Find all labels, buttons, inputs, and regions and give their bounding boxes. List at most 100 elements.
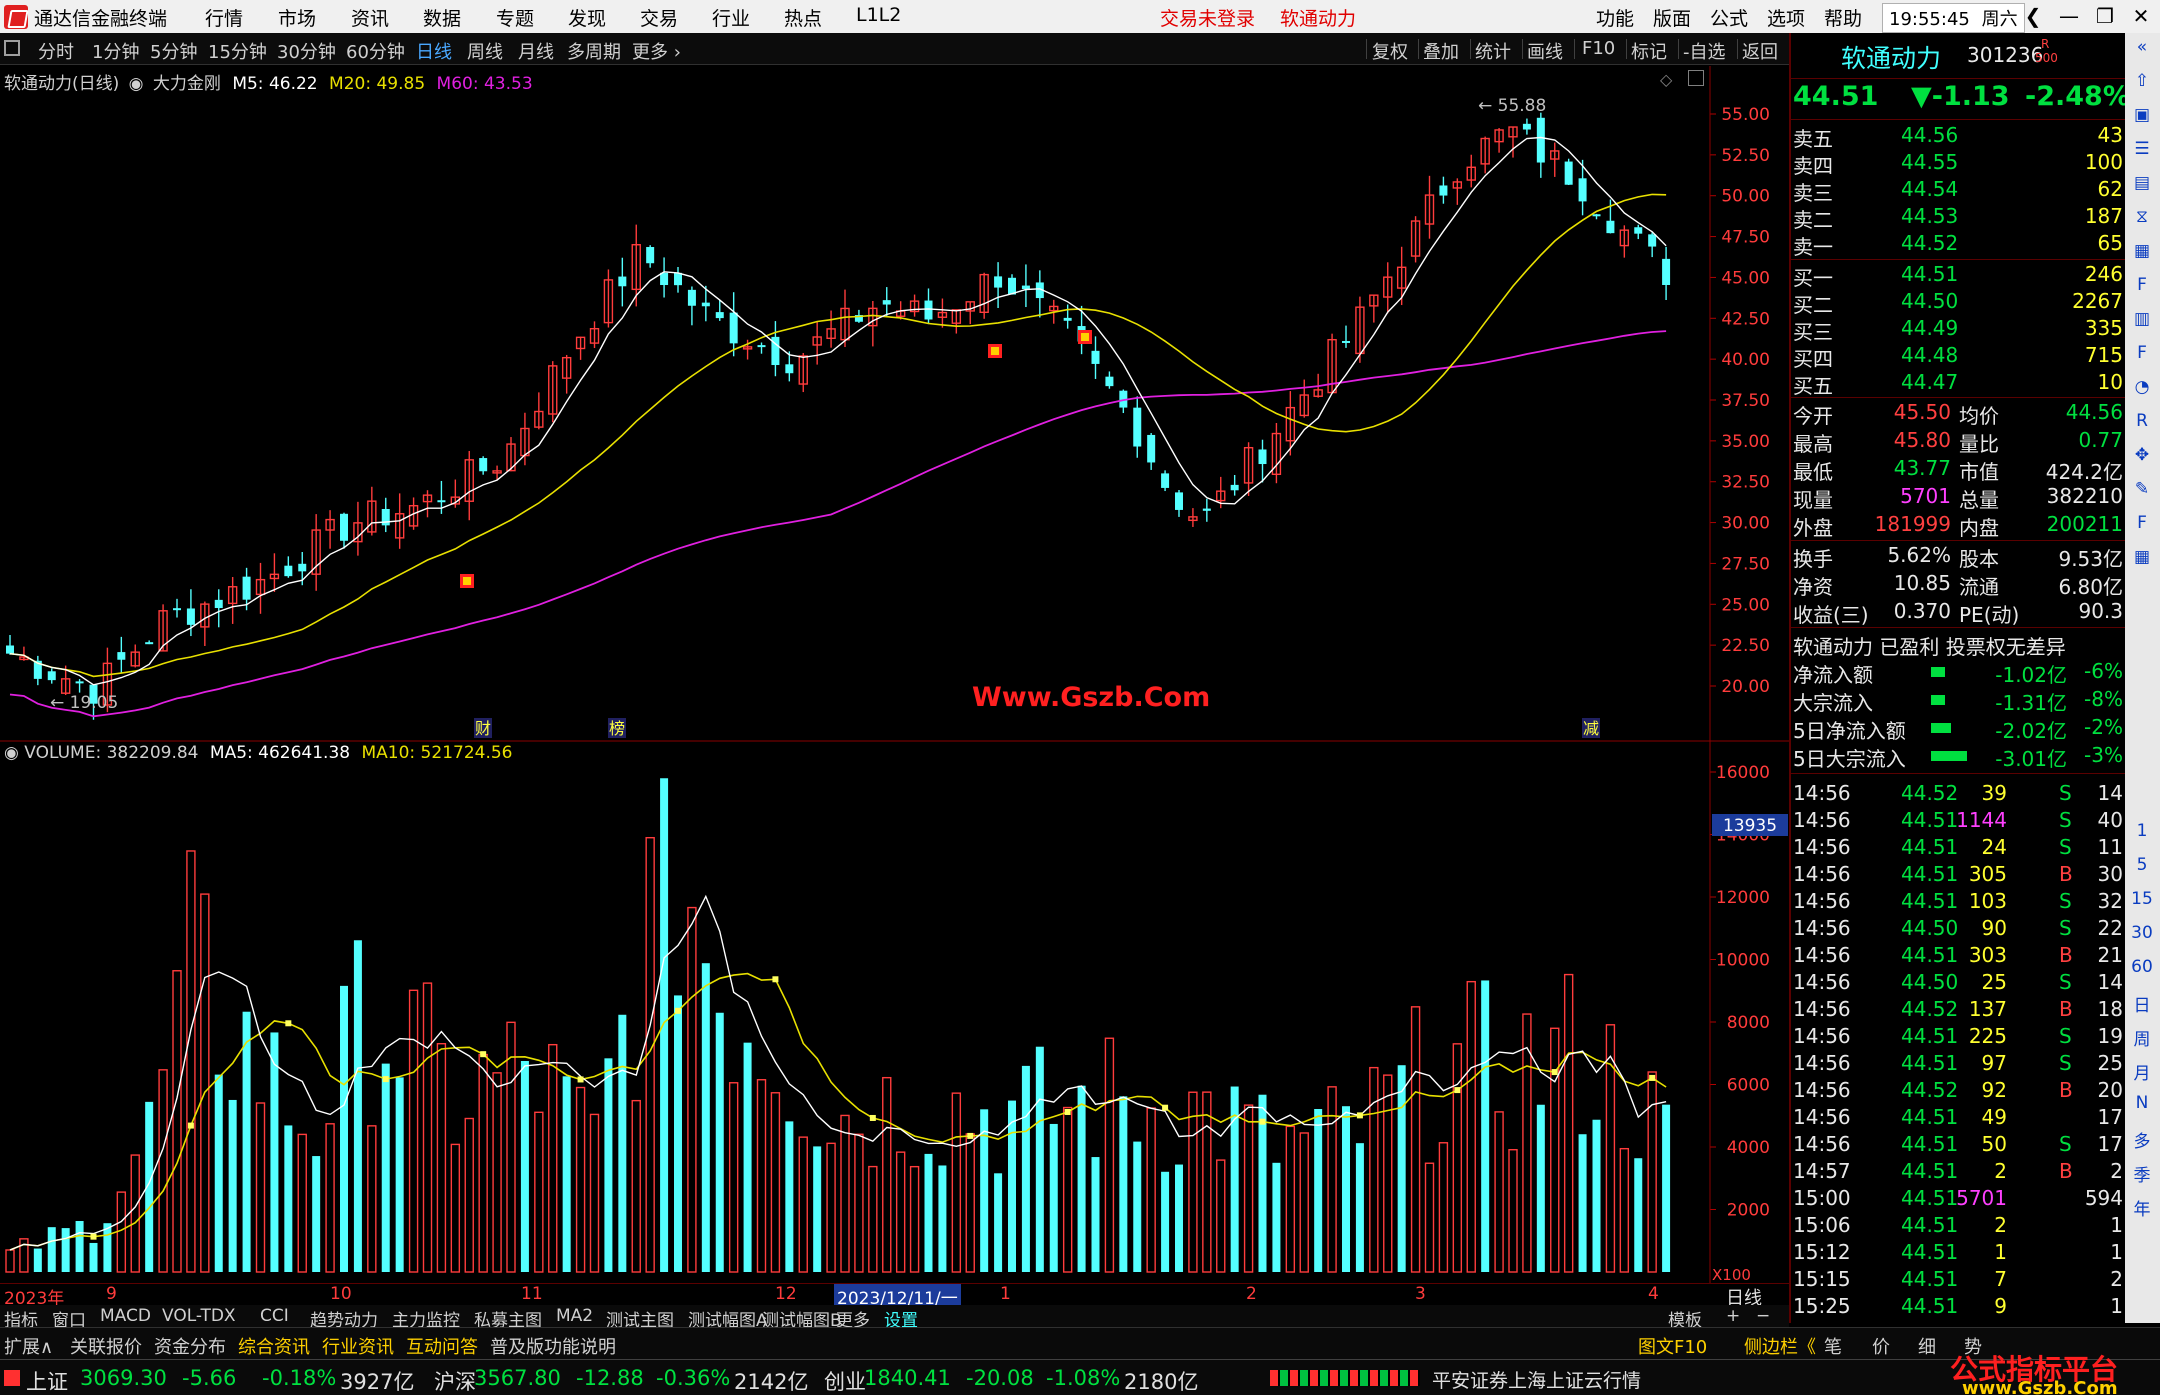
menu-gongshi[interactable]: 公式 <box>1710 4 1748 31</box>
tool-tongji[interactable]: 统计 <box>1475 38 1511 64</box>
pen-icon[interactable]: ✎ <box>2130 479 2154 499</box>
period-weekly[interactable]: 周线 <box>467 38 503 64</box>
rsi-icon[interactable]: R <box>2130 411 2154 431</box>
menu-faxian[interactable]: 发现 <box>568 4 606 31</box>
period-60min[interactable]: 60分钟 <box>346 38 405 64</box>
eye-icon[interactable]: ◉ <box>4 743 19 763</box>
tool-fanhui[interactable]: 返回 <box>1742 38 1778 64</box>
template-control[interactable]: + <box>1726 1306 1740 1326</box>
side-tab[interactable]: 笔 <box>1824 1333 1842 1359</box>
extension-tab[interactable]: 综合资讯 <box>238 1333 310 1359</box>
sidebar-period[interactable]: 年 <box>2130 1195 2154 1220</box>
tool-fuquan[interactable]: 复权 <box>1372 38 1408 64</box>
menu-l1l2[interactable]: L1L2 <box>856 4 901 26</box>
volume-bar <box>562 1076 571 1272</box>
sidebar-period[interactable]: 60 <box>2130 957 2154 977</box>
period-monthly[interactable]: 月线 <box>518 38 554 64</box>
side-tab[interactable]: 细 <box>1918 1333 1936 1359</box>
menu-hangqing[interactable]: 行情 <box>205 4 243 31</box>
period-fenshi[interactable]: 分时 <box>38 38 74 64</box>
menu-xuanxiang[interactable]: 选项 <box>1767 4 1805 31</box>
sidebar-period[interactable]: 季 <box>2130 1161 2154 1186</box>
kline-canvas[interactable]: 55.00 52.50 50.00 47.50 45.00 42.50 40.00 37.50… <box>0 66 1789 742</box>
menu-shichang[interactable]: 市场 <box>278 4 316 31</box>
indicator-tab[interactable]: VOL-TDX <box>162 1306 236 1326</box>
minimize-icon[interactable]: — <box>2054 2 2084 30</box>
period-5min[interactable]: 5分钟 <box>150 38 197 64</box>
fs-icon[interactable]: F <box>2130 343 2154 363</box>
sidebar-period[interactable]: 1 <box>2130 821 2154 841</box>
move-icon[interactable]: ✥ <box>2130 445 2154 465</box>
period-multi[interactable]: 多周期 <box>567 38 621 64</box>
up-arrow-icon[interactable]: ⇧ <box>2130 71 2154 91</box>
menu-shuju[interactable]: 数据 <box>423 4 461 31</box>
sidebar-period[interactable]: 30 <box>2130 923 2154 943</box>
sidebar-period[interactable]: N <box>2130 1093 2154 1113</box>
side-tab[interactable]: 侧边栏《 <box>1744 1333 1816 1359</box>
ask-volume: 65 <box>2097 231 2123 255</box>
indicator-name[interactable]: 大力金刚 <box>153 74 221 94</box>
extension-tab[interactable]: 行业资讯 <box>322 1333 394 1359</box>
volume-chart[interactable]: 1600014000120001000080006000400020001393… <box>0 742 1789 1287</box>
tick-volume: 92 <box>1981 1078 2007 1102</box>
indicator-tab[interactable]: MA2 <box>556 1306 593 1326</box>
chart-icon[interactable]: ▤ <box>2130 173 2154 193</box>
eye-icon[interactable]: ◉ <box>129 74 144 94</box>
side-tab[interactable]: 价 <box>1872 1333 1890 1359</box>
sidebar-period[interactable]: 周 <box>2130 1025 2154 1050</box>
extension-tab[interactable]: 扩展∧ <box>4 1333 53 1359</box>
extension-tab[interactable]: 互动问答 <box>406 1333 478 1359</box>
kline-chart[interactable]: 55.00 52.50 50.00 47.50 45.00 42.50 40.00 37.50… <box>0 66 1789 742</box>
sidebar-period[interactable]: 多 <box>2130 1127 2154 1152</box>
panel-toggle-icon[interactable] <box>1688 70 1704 86</box>
period-1min[interactable]: 1分钟 <box>92 38 139 64</box>
menu-jiaoyi[interactable]: 交易 <box>640 4 678 31</box>
candle-body <box>47 671 56 681</box>
indicator-tab[interactable]: MACD <box>100 1306 151 1326</box>
sidebar-period[interactable]: 15 <box>2130 889 2154 909</box>
list-icon[interactable]: ☰ <box>2130 139 2154 159</box>
grid-icon[interactable]: ▦ <box>2130 547 2154 567</box>
sidebar-period[interactable]: 月 <box>2130 1059 2154 1084</box>
sidebar-period[interactable]: 5 <box>2130 855 2154 875</box>
fs2-icon[interactable]: F <box>2130 513 2154 533</box>
indicator-tab[interactable]: CCI <box>260 1306 289 1326</box>
menu-zixun[interactable]: 资讯 <box>351 4 389 31</box>
menu-hangye[interactable]: 行业 <box>712 4 750 31</box>
tool-biaoji[interactable]: 标记 <box>1631 38 1667 64</box>
tool-huaxian[interactable]: 画线 <box>1527 38 1563 64</box>
tool-zixuan[interactable]: -自选 <box>1683 38 1726 64</box>
menu-banmian[interactable]: 版面 <box>1653 4 1691 31</box>
tool-f10[interactable]: F10 <box>1582 38 1615 59</box>
f10-icon[interactable]: F <box>2130 275 2154 295</box>
window-icon[interactable]: ▣ <box>2130 105 2154 125</box>
back-arrow-icon[interactable]: ❮ <box>2018 2 2048 30</box>
extension-tab[interactable]: 资金分布 <box>154 1333 226 1359</box>
restore-icon[interactable]: ❐ <box>2090 2 2120 30</box>
sidebar-period[interactable]: 日 <box>2130 991 2154 1016</box>
menu-gongneng[interactable]: 功能 <box>1596 4 1634 31</box>
period-more[interactable]: 更多 › <box>632 38 681 64</box>
index-pct: -0.36% <box>656 1366 731 1390</box>
tool-diejia[interactable]: 叠加 <box>1423 38 1459 64</box>
collapse-icon[interactable]: « <box>2130 37 2154 57</box>
period-15min[interactable]: 15分钟 <box>208 38 267 64</box>
candle-icon[interactable]: ⧖ <box>2130 207 2154 227</box>
extension-tab[interactable]: 关联报价 <box>70 1333 142 1359</box>
period-daily[interactable]: 日线 <box>416 38 452 64</box>
extension-tab[interactable]: 普及版功能说明 <box>490 1333 616 1359</box>
menu-zhuanti[interactable]: 专题 <box>496 4 534 31</box>
volume-canvas[interactable]: 1600014000120001000080006000400020001393… <box>0 742 1789 1287</box>
diamond-icon[interactable]: ◇ <box>1660 70 1672 89</box>
side-tab[interactable]: 图文F10 <box>1638 1333 1707 1359</box>
template-control[interactable]: − <box>1756 1306 1770 1326</box>
table-icon[interactable]: ▦ <box>2130 241 2154 261</box>
close-icon[interactable]: ✕ <box>2126 2 2156 30</box>
toggle-icon[interactable] <box>4 40 20 56</box>
trade-status[interactable]: 交易未登录 <box>1160 4 1255 31</box>
menu-redian[interactable]: 热点 <box>784 4 822 31</box>
clock-icon[interactable]: ◔ <box>2130 377 2154 397</box>
report-icon[interactable]: ▥ <box>2130 309 2154 329</box>
period-30min[interactable]: 30分钟 <box>277 38 336 64</box>
menu-bangzhu[interactable]: 帮助 <box>1824 4 1862 31</box>
